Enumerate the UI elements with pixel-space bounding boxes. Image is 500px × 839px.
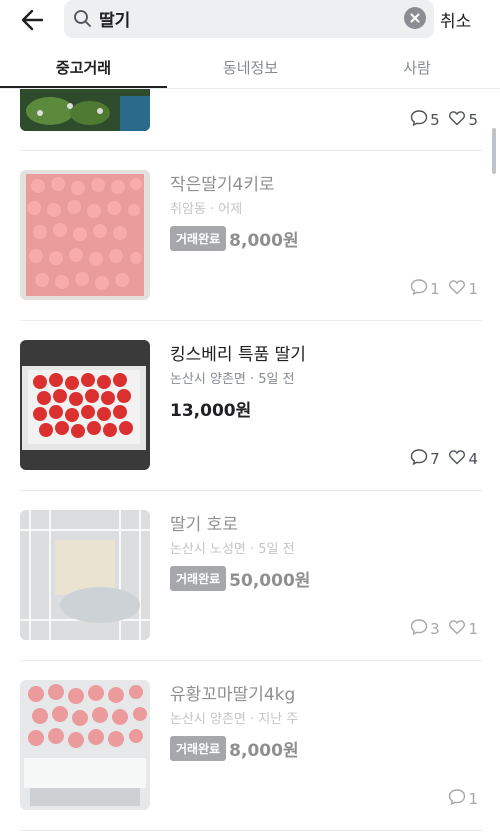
- item-counts: 1: [448, 788, 482, 810]
- heart-icon: [448, 618, 466, 640]
- list-item[interactable]: 유황꼬마딸기4kg 논산시 양촌면 · 지난 주 거래완료 8,000원 1: [20, 660, 482, 830]
- item-counts: 3 1: [410, 618, 482, 640]
- item-title: 킹스베리 특품 딸기: [170, 345, 306, 365]
- scrollbar-thumb[interactable]: [492, 128, 496, 174]
- item-title: 유황꼬마딸기4kg: [170, 685, 296, 705]
- like-count: 1: [468, 620, 478, 638]
- product-thumbnail: [20, 340, 150, 470]
- product-thumbnail: [20, 510, 150, 640]
- chat-count: 1: [468, 790, 478, 808]
- clear-search-button[interactable]: [404, 7, 426, 29]
- item-price: 13,000원: [170, 401, 252, 421]
- cancel-button[interactable]: 취소: [440, 7, 471, 32]
- chat-count: 1: [430, 280, 440, 298]
- tab-bar: 중고거래 동네정보 사람: [0, 48, 500, 89]
- search-header: 취소: [0, 0, 500, 40]
- price-row: 13,000원: [170, 396, 251, 422]
- like-count: 1: [468, 280, 478, 298]
- item-location-time: 논산시 양촌면 · 5일 전: [170, 372, 295, 387]
- search-box[interactable]: [64, 0, 434, 38]
- price-row: 거래완료 50,000원: [170, 566, 310, 592]
- divider: [20, 830, 482, 831]
- back-button[interactable]: [18, 5, 52, 35]
- item-counts: 5 5: [410, 109, 482, 131]
- chat-bubble-icon: [410, 109, 428, 131]
- item-counts: 1 1: [410, 278, 482, 300]
- product-thumbnail: [20, 680, 150, 810]
- arrow-left-icon: [21, 9, 44, 31]
- item-location-time: 논산시 노성면 · 5일 전: [170, 542, 295, 557]
- list-item[interactable]: 작은딸기4키로 취암동 · 어제 거래완료 8,000원 1 1: [20, 150, 482, 320]
- status-badge: 거래완료: [170, 566, 227, 591]
- heart-icon: [448, 109, 466, 131]
- price-row: 거래완료 8,000원: [170, 226, 299, 252]
- item-location-time: 취암동 · 어제: [170, 202, 243, 217]
- chat-bubble-icon: [410, 278, 428, 300]
- tab-used-goods[interactable]: 중고거래: [0, 57, 167, 78]
- list-item[interactable]: 5 5: [20, 89, 482, 151]
- search-results-list[interactable]: 5 5 작은딸기4키로 취암동 · 어제 거래완료 8,000원 1 1 킹스베…: [0, 89, 500, 839]
- price-row: 거래완료 8,000원: [170, 736, 299, 762]
- like-count: 4: [468, 450, 478, 468]
- chat-count: 3: [430, 620, 440, 638]
- product-thumbnail: [20, 170, 150, 300]
- heart-icon: [448, 448, 466, 470]
- heart-icon: [448, 278, 466, 300]
- chat-bubble-icon: [448, 788, 466, 810]
- item-price: 8,000원: [229, 741, 299, 761]
- close-icon: [410, 13, 420, 23]
- item-title: 작은딸기4키로: [170, 175, 275, 195]
- active-tab-indicator: [0, 86, 167, 88]
- item-counts: 7 4: [410, 448, 482, 470]
- chat-bubble-icon: [410, 618, 428, 640]
- chat-count: 7: [430, 450, 440, 468]
- item-title: 딸기 호로: [170, 515, 238, 535]
- status-badge: 거래완료: [170, 736, 227, 761]
- like-count: 5: [468, 111, 478, 129]
- item-price: 50,000원: [229, 571, 311, 591]
- product-thumbnail: [20, 89, 150, 131]
- search-input[interactable]: [99, 8, 389, 28]
- tab-neighborhood-info[interactable]: 동네정보: [167, 57, 334, 78]
- status-badge: 거래완료: [170, 226, 227, 251]
- tab-people[interactable]: 사람: [334, 57, 500, 78]
- list-item[interactable]: 딸기 호로 논산시 노성면 · 5일 전 거래완료 50,000원 3 1: [20, 490, 482, 660]
- search-icon: [74, 10, 91, 27]
- item-price: 8,000원: [229, 231, 299, 251]
- item-location-time: 논산시 양촌면 · 지난 주: [170, 712, 299, 727]
- chat-count: 5: [430, 111, 440, 129]
- list-item[interactable]: 킹스베리 특품 딸기 논산시 양촌면 · 5일 전 13,000원 7 4: [20, 320, 482, 490]
- chat-bubble-icon: [410, 448, 428, 470]
